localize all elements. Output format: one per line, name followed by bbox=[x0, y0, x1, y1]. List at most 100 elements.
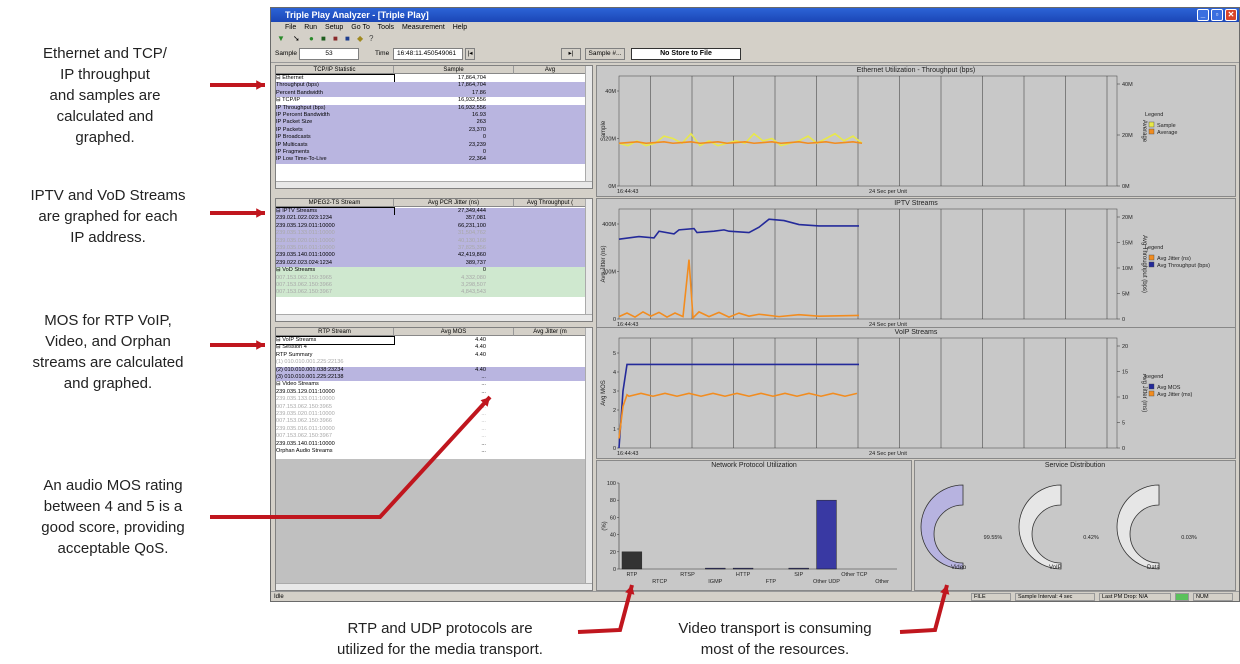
mpeg-row[interactable]: 239.021.022.023:1234 357,081 bbox=[276, 215, 587, 223]
eth-y2tick: 40M bbox=[1122, 82, 1133, 88]
voip-y2tick: 20 bbox=[1122, 344, 1128, 350]
rtp-row[interactable]: (2) 010.010.001.038:23234 4.40 bbox=[276, 366, 587, 374]
rtp-row[interactable]: 007.153.062.150:3965... bbox=[276, 404, 587, 411]
annotation-rtp-udp: RTP and UDP protocols are utilized for t… bbox=[337, 620, 543, 658]
sample-value[interactable]: 53 bbox=[299, 48, 359, 60]
menu-setup[interactable]: Setup bbox=[325, 24, 343, 31]
close-icon[interactable]: ✕ bbox=[1225, 9, 1237, 21]
graph-icon[interactable]: ■ bbox=[321, 34, 326, 43]
rtp-row[interactable]: (1) 010.010.001.225:22136 bbox=[276, 359, 587, 366]
next-button[interactable]: ▸| bbox=[561, 48, 581, 60]
rtp-col-jitter[interactable]: Avg Jitter (m bbox=[514, 328, 587, 336]
rtp-row[interactable]: 007.153.062.150:3967... bbox=[276, 433, 587, 440]
tcp-scrollbar-h[interactable] bbox=[276, 181, 592, 188]
tcp-row-name: ⊟ TCP/IP bbox=[276, 97, 301, 104]
mpeg-scrollbar-h[interactable] bbox=[276, 314, 592, 321]
rtp-row[interactable]: ⊟ Video Streams... bbox=[276, 381, 587, 388]
rtp-row[interactable]: 239.035.140.011:10000... bbox=[276, 441, 587, 448]
tcp-row-name: ⊟ Ethernet bbox=[276, 73, 395, 84]
voip-legend-swatch bbox=[1148, 383, 1155, 390]
menu-tools[interactable]: Tools bbox=[378, 24, 394, 31]
mpeg-row-name: 007.153.062.150:3967 bbox=[276, 289, 332, 296]
mpeg-row[interactable]: 239.035.133.011:10000 31,504,762 bbox=[276, 230, 587, 238]
mpeg-col-throughput[interactable]: Avg Throughput ( bbox=[514, 199, 587, 207]
settings-icon[interactable]: ◆ bbox=[357, 34, 363, 43]
status-check-icon bbox=[1175, 593, 1189, 601]
rtp-scrollbar-v[interactable] bbox=[585, 328, 592, 590]
rtp-row[interactable]: Orphan Audio Streams... bbox=[276, 448, 587, 455]
tcp-row[interactable]: IP Multicasts 23,239 bbox=[276, 141, 587, 149]
mpeg-col-jitter[interactable]: Avg PCR Jitter (ns) bbox=[394, 199, 514, 207]
tcp-row[interactable]: IP Percent Bandwidth 16.93 bbox=[276, 112, 587, 120]
rtp-col-mos[interactable]: Avg MOS bbox=[394, 328, 514, 336]
tcp-row[interactable]: IP Packet Size 263 bbox=[276, 119, 587, 127]
store-status: No Store to File bbox=[631, 48, 741, 60]
menu-help[interactable]: Help bbox=[453, 24, 467, 31]
mpeg-row[interactable]: 007.153.062.150:3967 4,843,543 bbox=[276, 289, 587, 297]
mpeg-row[interactable]: 239.035.129.011:10000 66,231,100 bbox=[276, 222, 587, 231]
tcp-row[interactable]: IP Fragments 0 bbox=[276, 149, 587, 157]
tcp-row-value: 17.86 bbox=[472, 89, 486, 96]
mpeg-row-name: ⊟ VoD Streams bbox=[276, 267, 316, 274]
mpeg-row[interactable]: ⊟ VoD Streams 0 bbox=[276, 267, 587, 275]
mpeg-row-value: 42,419,860 bbox=[458, 252, 486, 259]
tcp-row[interactable]: IP Packets 23,370 bbox=[276, 126, 587, 135]
voip-y2tick: 5 bbox=[1122, 421, 1125, 427]
mpeg-row[interactable]: 239.035.140.011:10000 42,419,860 bbox=[276, 252, 587, 260]
menu-run[interactable]: Run bbox=[304, 24, 317, 31]
rtp-row[interactable]: 239.035.129.011:10000... bbox=[276, 389, 587, 396]
pointer-icon[interactable]: ➘ bbox=[293, 34, 300, 43]
sample-number-button[interactable]: Sample #... bbox=[585, 48, 625, 60]
mpeg-row[interactable]: 239.035.020.011:10000 40,130,168 bbox=[276, 237, 587, 245]
run-icon[interactable]: ▼ bbox=[277, 34, 285, 43]
rtp-row-value: ... bbox=[481, 396, 486, 403]
iptv-y2tick: 10M bbox=[1122, 266, 1133, 272]
tcp-row[interactable]: ⊟ TCP/IP 16,932,556 bbox=[276, 97, 587, 104]
voip-ytick: 1 bbox=[613, 427, 616, 433]
mpeg-row[interactable]: 239.022.023.024:1234 389,737 bbox=[276, 259, 587, 268]
mpeg-row[interactable]: ⊟ IPTV Streams 27,349,444 bbox=[276, 206, 587, 217]
rtp-row[interactable]: 239.035.133.011:10000... bbox=[276, 396, 587, 403]
prev-button[interactable]: |◂ bbox=[465, 48, 475, 60]
mpeg-row[interactable]: 007.153.062.150:3965 4,332,080 bbox=[276, 274, 587, 282]
stats-icon[interactable]: ■ bbox=[345, 34, 350, 43]
rtp-row[interactable]: ⊟ Session 4 4.40 bbox=[276, 344, 587, 351]
rtp-row[interactable]: ⊟ VoIP Streams 4.40 bbox=[276, 335, 587, 346]
tcp-row[interactable]: IP Broadcasts 0 bbox=[276, 134, 587, 142]
mpeg-col-stream[interactable]: MPEG2-TS Stream bbox=[276, 199, 394, 207]
minimize-icon[interactable]: _ bbox=[1197, 9, 1209, 21]
rtp-col-stream[interactable]: RTP Stream bbox=[276, 328, 394, 336]
tcp-scrollbar-v[interactable] bbox=[585, 66, 592, 188]
tcp-col-stat[interactable]: TCP/IP Statistic bbox=[276, 66, 394, 74]
help-icon[interactable]: ? bbox=[369, 34, 373, 43]
menu-file[interactable]: File bbox=[285, 24, 296, 31]
rtp-scrollbar-h[interactable] bbox=[276, 583, 592, 590]
rtp-row[interactable]: 239.035.016.011:10000... bbox=[276, 426, 587, 433]
report-icon[interactable]: ■ bbox=[333, 34, 338, 43]
tcp-col-avg[interactable]: Avg bbox=[514, 66, 587, 74]
rtp-row[interactable]: (3) 010.010.001.225:22138... bbox=[276, 374, 587, 382]
mpeg-row[interactable]: 007.153.062.150:3966 3,298,507 bbox=[276, 282, 587, 290]
menu-goto[interactable]: Go To bbox=[351, 24, 370, 31]
status-bar: Idle FILE Sample Interval: 4 sec Last PM… bbox=[271, 591, 1239, 601]
voip-y2tick: 15 bbox=[1122, 370, 1128, 376]
start-icon[interactable]: ● bbox=[309, 34, 314, 43]
proto-bar bbox=[705, 567, 726, 570]
tcp-row[interactable]: ⊟ Ethernet 17,864,704 bbox=[276, 73, 587, 84]
tcp-row[interactable]: Percent Bandwidth 17.86 bbox=[276, 89, 587, 98]
iptv-y2tick: 15M bbox=[1122, 241, 1133, 247]
maximize-icon[interactable]: ▫ bbox=[1211, 9, 1223, 21]
proto-xtick: Other TCP bbox=[841, 572, 868, 578]
mpeg-scrollbar-v[interactable] bbox=[585, 199, 592, 321]
rtp-row[interactable]: 007.153.062.150:3966... bbox=[276, 418, 587, 425]
tcp-row[interactable]: IP Low Time-To-Live 22,364 bbox=[276, 156, 587, 164]
mpeg-row[interactable]: 239.035.016.011:10000 37,825,356 bbox=[276, 245, 587, 253]
menu-measurement[interactable]: Measurement bbox=[402, 24, 445, 31]
iptv-legend-swatch bbox=[1148, 261, 1155, 268]
tcp-row[interactable]: IP Throughput (bps) 16,932,556 bbox=[276, 104, 587, 112]
rtp-row[interactable]: RTP Summary 4.40 bbox=[276, 352, 587, 359]
time-value[interactable]: 16:48:11.450549061 bbox=[393, 48, 463, 60]
rtp-row[interactable]: 239.035.020.011:10000... bbox=[276, 411, 587, 418]
tcp-row[interactable]: Throughput (bps) 17,864,704 bbox=[276, 82, 587, 90]
tcp-col-sample[interactable]: Sample bbox=[394, 66, 514, 74]
